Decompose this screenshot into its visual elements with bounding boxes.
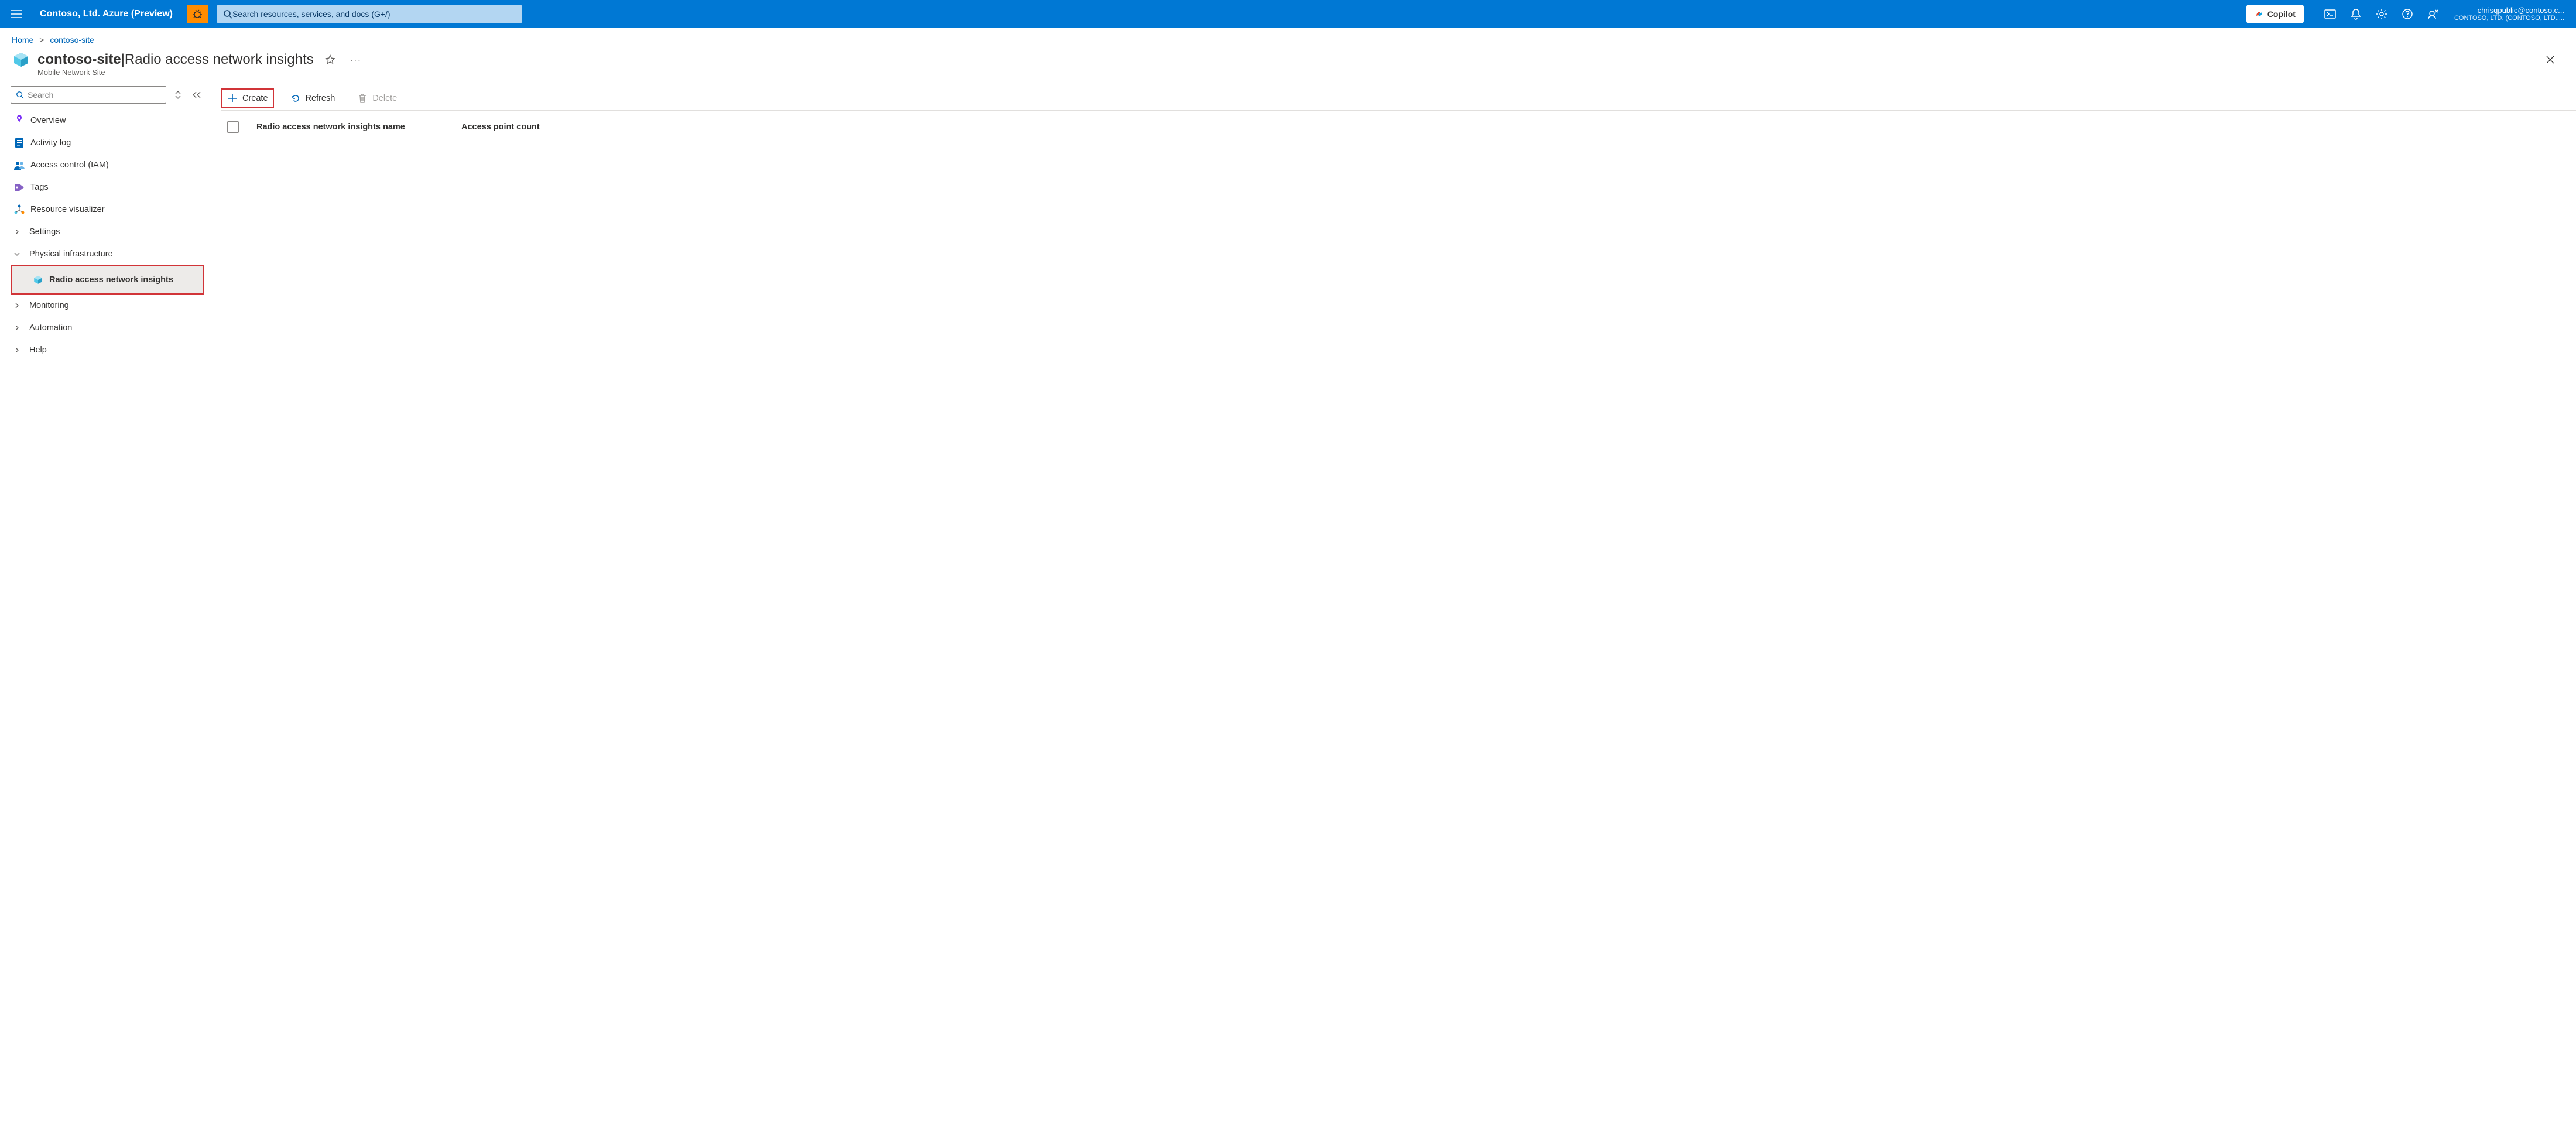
- more-commands-button[interactable]: ···: [347, 50, 365, 69]
- tags-icon: [14, 182, 25, 193]
- access-control-icon: [14, 160, 25, 170]
- resource-type-icon: [12, 50, 30, 69]
- breadcrumb-resource[interactable]: contoso-site: [50, 35, 94, 44]
- activity-log-icon: [14, 138, 25, 148]
- settings-button[interactable]: [2370, 2, 2393, 26]
- sidebar-item-label: Settings: [29, 227, 60, 237]
- cloud-shell-button[interactable]: [2318, 2, 2342, 26]
- favorite-button[interactable]: [321, 50, 340, 69]
- sidebar-item-label: Monitoring: [29, 301, 69, 310]
- sidebar-search[interactable]: [11, 86, 166, 104]
- chevron-down-icon: [14, 251, 23, 257]
- account-menu[interactable]: chrisqpublic@contoso.c... CONTOSO, LTD. …: [2447, 6, 2571, 23]
- refresh-label: Refresh: [306, 94, 335, 103]
- sidebar-item-label: Tags: [30, 183, 49, 192]
- feedback-icon: [2427, 8, 2439, 20]
- page-title-section: Radio access network insights: [125, 52, 314, 68]
- global-search-input[interactable]: [232, 9, 516, 19]
- command-bar: Create Refresh Delete: [221, 86, 2576, 111]
- sidebar-group-physical-infrastructure[interactable]: Physical infrastructure: [11, 243, 204, 265]
- global-search[interactable]: [217, 5, 522, 23]
- sidebar-item-label: Automation: [29, 323, 72, 333]
- close-blade-button[interactable]: [2541, 50, 2560, 69]
- sidebar-item-label: Activity log: [30, 138, 71, 148]
- column-header-name[interactable]: Radio access network insights name: [256, 122, 444, 132]
- chevron-right-icon: [14, 347, 23, 353]
- sidebar-item-access-control[interactable]: Access control (IAM): [11, 154, 204, 176]
- star-icon: [325, 54, 335, 65]
- notifications-button[interactable]: [2344, 2, 2368, 26]
- sidebar-group-settings[interactable]: Settings: [11, 221, 204, 243]
- feedback-button[interactable]: [2421, 2, 2445, 26]
- resource-visualizer-icon: [14, 204, 25, 215]
- page-title-name: contoso-site: [37, 52, 121, 68]
- sidebar-item-label: Overview: [30, 116, 66, 125]
- preview-bug-button[interactable]: [187, 5, 208, 23]
- ellipsis-icon: ···: [350, 55, 362, 64]
- main-content: Create Refresh Delete Radio access netwo…: [204, 86, 2576, 143]
- delete-label: Delete: [372, 94, 397, 103]
- double-chevron-left-icon: [192, 91, 201, 99]
- chevron-right-icon: [14, 229, 23, 235]
- bell-icon: [2351, 8, 2361, 20]
- sidebar-item-label: Resource visualizer: [30, 205, 105, 214]
- sidebar-item-activity-log[interactable]: Activity log: [11, 132, 204, 154]
- table-header-row: Radio access network insights name Acces…: [221, 111, 2576, 143]
- delete-button: Delete: [351, 88, 403, 108]
- sort-icon: [174, 90, 181, 100]
- sidebar-item-label: Access control (IAM): [30, 160, 109, 170]
- chevron-right-icon: [14, 303, 23, 309]
- overview-icon: [14, 115, 25, 126]
- sidebar-group-automation[interactable]: Automation: [11, 317, 204, 339]
- close-icon: [2546, 55, 2555, 64]
- copilot-button[interactable]: Copilot: [2246, 5, 2304, 23]
- sidebar-group-help[interactable]: Help: [11, 339, 204, 361]
- plus-icon: [227, 93, 238, 104]
- sidebar-item-tags[interactable]: Tags: [11, 176, 204, 198]
- account-email: chrisqpublic@contoso.c...: [2478, 6, 2564, 15]
- search-icon: [16, 91, 24, 99]
- sidebar-search-input[interactable]: [28, 90, 161, 100]
- bug-icon: [192, 9, 203, 19]
- sidebar-item-ran-insights[interactable]: Radio access network insights: [11, 265, 204, 295]
- sidebar-item-overview[interactable]: Overview: [11, 109, 204, 132]
- page-title: contoso-site | Radio access network insi…: [37, 52, 314, 68]
- chevron-right-icon: [14, 325, 23, 331]
- portal-brand[interactable]: Contoso, Ltd. Azure (Preview): [30, 9, 182, 19]
- help-icon: [2402, 8, 2413, 20]
- hamburger-icon: [11, 10, 22, 18]
- cloud-shell-icon: [2324, 9, 2336, 19]
- create-button[interactable]: Create: [221, 88, 274, 108]
- refresh-icon: [290, 93, 301, 104]
- trash-icon: [357, 93, 368, 104]
- global-header: Contoso, Ltd. Azure (Preview) Copilot ch…: [0, 0, 2576, 28]
- breadcrumb: Home > contoso-site: [0, 28, 2576, 47]
- sidebar-group-monitoring[interactable]: Monitoring: [11, 295, 204, 317]
- page-title-row: contoso-site | Radio access network insi…: [0, 47, 2576, 69]
- breadcrumb-home[interactable]: Home: [12, 35, 33, 44]
- create-label: Create: [242, 94, 268, 103]
- select-all-checkbox[interactable]: [227, 121, 239, 133]
- ran-insights-icon: [33, 275, 43, 285]
- sidebar-item-label: Physical infrastructure: [29, 249, 113, 259]
- refresh-button[interactable]: Refresh: [285, 88, 341, 108]
- help-button[interactable]: [2396, 2, 2419, 26]
- sidebar-sort-button[interactable]: [171, 88, 185, 102]
- sidebar-item-resource-visualizer[interactable]: Resource visualizer: [11, 198, 204, 221]
- search-icon: [223, 9, 232, 19]
- resource-menu: Overview Activity log Access control (IA…: [11, 86, 204, 361]
- sidebar-item-label: Radio access network insights: [49, 275, 173, 285]
- hamburger-menu-button[interactable]: [5, 2, 28, 26]
- copilot-icon: [2255, 9, 2264, 19]
- resource-type-label: Mobile Network Site: [0, 68, 2576, 84]
- sidebar-item-label: Help: [29, 345, 47, 355]
- copilot-label: Copilot: [2267, 9, 2296, 19]
- gear-icon: [2376, 8, 2387, 20]
- account-tenant: CONTOSO, LTD. (CONTOSO, LTD.....: [2454, 15, 2564, 22]
- sidebar-collapse-button[interactable]: [190, 88, 204, 102]
- column-header-count[interactable]: Access point count: [461, 122, 540, 132]
